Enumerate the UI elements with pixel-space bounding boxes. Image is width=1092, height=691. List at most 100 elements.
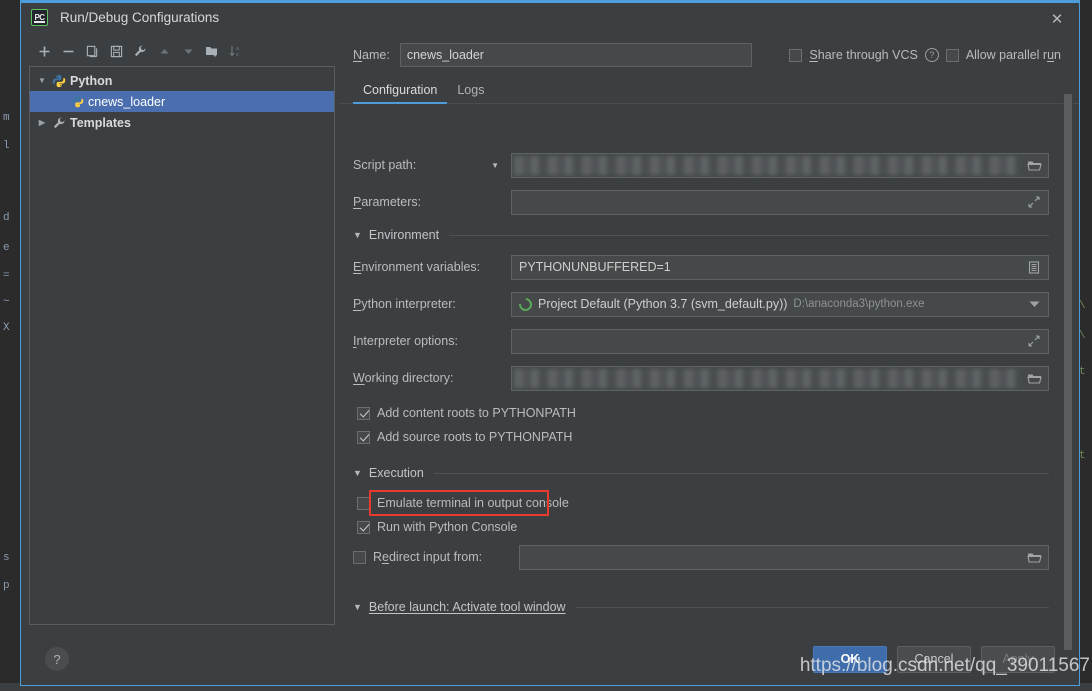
question-mark-icon[interactable]: ? <box>924 48 939 62</box>
run-with-python-console-checkbox[interactable] <box>357 520 370 534</box>
footer-buttons: OK Cancel Apply <box>813 645 1065 673</box>
expand-icon[interactable] <box>1024 331 1044 351</box>
configurations-panel: az ▼ Python cnews_loader ▶ Templates <box>21 32 339 633</box>
parameters-label: Parameters: <box>353 195 422 209</box>
interpreter-options-label: Interpreter options: <box>353 334 458 348</box>
remove-configuration-button[interactable] <box>57 40 79 62</box>
folder-icon[interactable] <box>1024 368 1044 388</box>
script-path-label: Script path: <box>353 158 417 172</box>
ok-button[interactable]: OK <box>813 645 887 673</box>
python-interpreter-dropdown[interactable]: Project Default (Python 3.7 (svm_default… <box>511 291 1049 317</box>
editor-glyph: p <box>3 580 10 592</box>
tree-node-label: cnews_loader <box>88 94 166 109</box>
close-icon[interactable]: ✕ <box>1043 7 1071 31</box>
chevron-down-icon[interactable]: ▼ <box>353 468 362 478</box>
tree-node-python[interactable]: ▼ Python <box>30 70 334 91</box>
parameters-input[interactable] <box>511 189 1049 215</box>
working-directory-input[interactable] <box>511 365 1049 391</box>
new-folder-button[interactable] <box>201 40 223 62</box>
environment-section-header[interactable]: ▼ Environment <box>353 226 1049 244</box>
share-through-vcs-label[interactable]: Share through VCS <box>809 48 917 62</box>
emulate-terminal-row: Emulate terminal in output console <box>353 492 1049 514</box>
allow-parallel-run-checkbox[interactable] <box>945 48 959 62</box>
chevron-down-icon[interactable]: ▼ <box>491 161 499 170</box>
add-configuration-button[interactable] <box>33 40 55 62</box>
form-scrollbar-thumb[interactable] <box>1064 94 1072 650</box>
save-configuration-button[interactable] <box>105 40 127 62</box>
run-debug-configurations-dialog: PC Run/Debug Configurations ✕ a z ▼ Pyth… <box>20 0 1080 686</box>
editor-glyph: d <box>3 212 10 224</box>
dialog-footer: ? OK Cancel Apply <box>21 633 1079 685</box>
emulate-terminal-label[interactable]: Emulate terminal in output console <box>377 496 569 510</box>
editor-glyph: l <box>3 140 10 152</box>
tree-node-templates[interactable]: ▶ Templates <box>30 112 334 133</box>
editor-tabs: Configuration Logs <box>339 74 1079 104</box>
edit-templates-button[interactable] <box>129 40 151 62</box>
chevron-right-icon[interactable]: ▶ <box>34 118 50 127</box>
editor-glyph: m <box>3 112 10 124</box>
execution-section-title: Execution <box>368 466 424 480</box>
allow-parallel-run-label[interactable]: Allow parallel run <box>966 48 1061 62</box>
run-with-python-console-label[interactable]: Run with Python Console <box>377 520 517 534</box>
configuration-form-scroll: Script path: ▼ Parameters: ▼ Environment… <box>339 136 1079 633</box>
name-input[interactable] <box>399 43 752 67</box>
configuration-form: Script path: ▼ Parameters: ▼ Environment… <box>339 136 1079 633</box>
add-content-roots-label[interactable]: Add content roots to PYTHONPATH <box>377 406 576 420</box>
tree-node-cnews-loader[interactable]: cnews_loader <box>30 91 334 112</box>
share-through-vcs-checkbox[interactable] <box>789 48 803 62</box>
move-up-button[interactable] <box>153 40 175 62</box>
python-interpreter-label: Python interpreter: <box>353 297 456 311</box>
tab-logs[interactable]: Logs <box>447 83 494 103</box>
apply-button[interactable]: Apply <box>981 645 1055 673</box>
configurations-tree[interactable]: ▼ Python cnews_loader ▶ Templates <box>29 66 335 625</box>
list-edit-icon[interactable] <box>1024 257 1044 277</box>
name-row-options: Share through VCS ? Allow parallel run <box>789 48 1061 62</box>
execution-section-header[interactable]: ▼ Execution <box>353 464 1049 482</box>
python-icon <box>50 74 68 88</box>
tab-configuration[interactable]: Configuration <box>353 83 448 104</box>
editor-glyph: X <box>3 322 10 334</box>
chevron-down-icon[interactable]: ▼ <box>34 76 50 85</box>
copy-configuration-button[interactable] <box>81 40 103 62</box>
move-down-button[interactable] <box>177 40 199 62</box>
redirect-input-checkbox[interactable] <box>353 550 366 564</box>
python-icon <box>68 95 86 108</box>
environment-variables-input[interactable]: PYTHONUNBUFFERED=1 <box>511 254 1049 280</box>
python-interpreter-row: Python interpreter: Project Default (Pyt… <box>353 291 1049 317</box>
redacted-content <box>514 368 1020 388</box>
pycharm-logo-icon: PC <box>31 9 48 26</box>
chevron-down-icon[interactable]: ▼ <box>353 230 362 240</box>
redirect-input-label[interactable]: Redirect input from: <box>373 550 482 564</box>
script-path-input[interactable] <box>511 152 1049 178</box>
environment-variables-label: Environment variables: <box>353 260 481 274</box>
form-scrollbar[interactable] <box>1063 94 1073 650</box>
ide-editor-right-edge: \ \ t t <box>1078 0 1092 691</box>
chevron-down-icon[interactable] <box>1024 294 1044 314</box>
expand-icon[interactable] <box>1024 192 1044 212</box>
folder-icon[interactable] <box>1024 547 1044 567</box>
run-with-python-console-row: Run with Python Console <box>353 516 1049 538</box>
before-launch-title: Before launch: Activate tool window <box>368 600 566 614</box>
add-source-roots-label[interactable]: Add source roots to PYTHONPATH <box>377 430 572 444</box>
cancel-button[interactable]: Cancel <box>897 645 971 673</box>
folder-icon[interactable] <box>1024 155 1044 175</box>
add-source-roots-checkbox[interactable] <box>357 430 370 444</box>
parameters-row: Parameters: <box>353 189 1049 215</box>
chevron-down-icon[interactable]: ▼ <box>353 602 362 612</box>
interpreter-options-row: Interpreter options: <box>353 328 1049 354</box>
sort-alphabetically-button[interactable]: az <box>225 40 247 62</box>
before-launch-section-header[interactable]: ▼ Before launch: Activate tool window <box>353 598 1049 616</box>
environment-section-title: Environment <box>368 228 440 242</box>
redirect-input-field[interactable] <box>519 544 1049 570</box>
add-content-roots-row: Add content roots to PYTHONPATH <box>353 402 1049 424</box>
python-interpreter-path: D:\anaconda3\python.exe <box>793 298 925 310</box>
interpreter-options-input[interactable] <box>511 328 1049 354</box>
section-divider <box>575 606 1049 608</box>
emulate-terminal-checkbox[interactable] <box>357 496 370 510</box>
add-content-roots-checkbox[interactable] <box>357 406 370 420</box>
script-path-row: Script path: ▼ <box>353 152 1049 178</box>
section-divider <box>433 472 1049 474</box>
help-button[interactable]: ? <box>45 647 69 671</box>
wrench-icon <box>50 116 68 130</box>
ide-editor-left-edge: m l d e = ~ Xs p <box>0 0 22 691</box>
